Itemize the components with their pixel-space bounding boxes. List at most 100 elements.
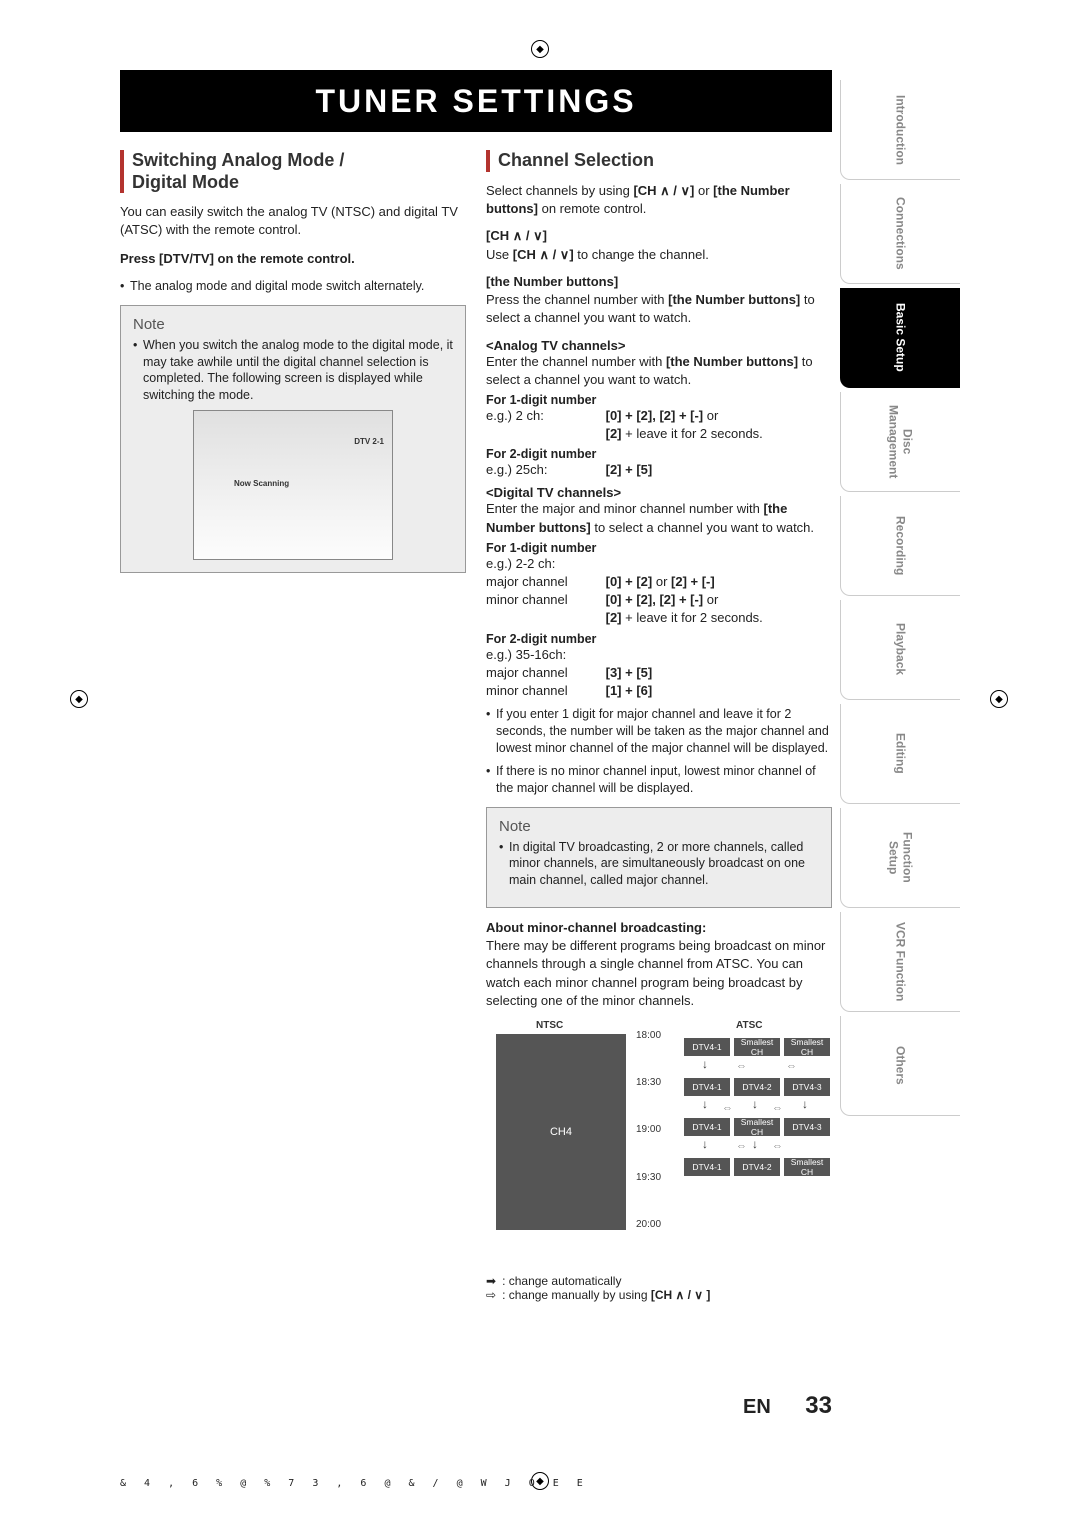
section-heading-switching: Switching Analog Mode / Digital Mode bbox=[120, 150, 466, 193]
d-eg35: e.g.) 35-16ch: bbox=[486, 646, 832, 664]
digital-bullet-a: If you enter 1 digit for major channel a… bbox=[486, 706, 832, 757]
cell: DTV4-2 bbox=[734, 1158, 780, 1176]
about-body: There may be different programs being br… bbox=[486, 937, 832, 1010]
diagram-legend: ➡ : change automatically ⇨ : change manu… bbox=[486, 1274, 832, 1302]
t: Press the channel number with bbox=[486, 292, 668, 307]
arrow-down-icon: ↓ bbox=[702, 1058, 712, 1070]
time-column: 18:00 18:30 19:00 19:30 20:00 bbox=[636, 1030, 676, 1230]
columns: Switching Analog Mode / Digital Mode You… bbox=[120, 150, 832, 1302]
t: [2] bbox=[606, 610, 622, 625]
t: to change the channel. bbox=[574, 247, 709, 262]
heading-line1: Switching Analog Mode / bbox=[132, 150, 466, 172]
channel-intro: Select channels by using [CH ∧ / ∨] or [… bbox=[486, 182, 832, 218]
ch-body: Use [CH ∧ / ∨] to change the channel. bbox=[486, 246, 832, 264]
time: 19:00 bbox=[636, 1124, 676, 1135]
arrow-down-icon: ↓ bbox=[802, 1098, 812, 1110]
tab-introduction[interactable]: Introduction bbox=[840, 80, 960, 180]
note-box-left: Note When you switch the analog mode to … bbox=[120, 305, 466, 574]
t: [the Number buttons] bbox=[668, 292, 800, 307]
for1-analog: For 1-digit number bbox=[486, 393, 832, 407]
number-head: [the Number buttons] bbox=[486, 274, 832, 289]
arrow-manual-icon: ⇔ bbox=[772, 1102, 783, 1114]
page-content: TUNER SETTINGS Switching Analog Mode / D… bbox=[120, 70, 960, 1450]
atsc-label: ATSC bbox=[736, 1020, 762, 1031]
d2-minor: minor channel [1] + [6] bbox=[486, 682, 832, 700]
cell: DTV4-1 bbox=[684, 1038, 730, 1056]
arrow-manual-icon: ⇔ bbox=[722, 1102, 733, 1114]
arrow-down-icon: ↓ bbox=[702, 1138, 712, 1150]
tab-basic-setup[interactable]: Basic Setup bbox=[840, 288, 960, 388]
t: [0] + [2], [2] + [-] bbox=[606, 408, 707, 423]
ntsc-block: CH4 bbox=[496, 1034, 626, 1230]
t: or bbox=[707, 408, 719, 423]
arrow-manual-icon: ⇔ bbox=[772, 1140, 783, 1152]
t: : change manually by using bbox=[502, 1288, 651, 1302]
t: [0] + [2], [2] + [-] bbox=[606, 592, 707, 607]
tab-recording[interactable]: Recording bbox=[840, 496, 960, 596]
arrow-manual-icon: ⇨ bbox=[486, 1288, 496, 1302]
screen-dtv-label: DTV 2-1 bbox=[354, 437, 384, 446]
printer-slug-line: & 4 , 6 % @ % 7 3 , 6 @ & / @ W J O E E bbox=[120, 1478, 589, 1489]
about-head: About minor-channel broadcasting: bbox=[486, 920, 832, 935]
cell: DTV4-1 bbox=[684, 1118, 730, 1136]
time: 18:30 bbox=[636, 1077, 676, 1088]
t: e.g.) 25ch: bbox=[486, 461, 602, 479]
screen-scanning-label: Now Scanning bbox=[234, 479, 289, 488]
note-title: Note bbox=[133, 316, 453, 333]
t: Use bbox=[486, 247, 513, 262]
heading-channel: Channel Selection bbox=[498, 150, 832, 172]
t: Enter the channel number with bbox=[486, 354, 666, 369]
switching-bullet: The analog mode and digital mode switch … bbox=[120, 278, 466, 295]
note2-title: Note bbox=[499, 818, 819, 835]
t: minor channel bbox=[486, 591, 602, 609]
cell: DTV4-3 bbox=[784, 1078, 830, 1096]
t: [2] bbox=[606, 426, 622, 441]
analog-head: <Analog TV channels> bbox=[486, 338, 832, 353]
t: on remote control. bbox=[538, 201, 646, 216]
time: 20:00 bbox=[636, 1219, 676, 1230]
digital-head: <Digital TV channels> bbox=[486, 485, 832, 500]
eg2ch-cont: [2] + leave it for 2 seconds. bbox=[486, 425, 832, 443]
eg2ch: e.g.) 2 ch: [0] + [2], [2] + [-] or bbox=[486, 407, 832, 425]
arrow-manual-icon: ⇔ bbox=[736, 1060, 747, 1072]
registration-mark-icon bbox=[990, 690, 1008, 708]
tab-function-setup[interactable]: Function Setup bbox=[840, 808, 960, 908]
broadcast-diagram: NTSC ATSC CH4 18:00 18:30 19:00 19:30 20… bbox=[486, 1020, 832, 1270]
t: to select a channel you want to watch. bbox=[591, 520, 814, 535]
tab-vcr-function[interactable]: VCR Function bbox=[840, 912, 960, 1012]
cell: DTV4-2 bbox=[734, 1078, 780, 1096]
arrow-down-icon: ↓ bbox=[752, 1138, 762, 1150]
t: Enter the major and minor channel number… bbox=[486, 501, 763, 516]
t: major channel bbox=[486, 573, 602, 591]
time: 19:30 bbox=[636, 1172, 676, 1183]
t: minor channel bbox=[486, 682, 602, 700]
d-minor: minor channel [0] + [2], [2] + [-] or bbox=[486, 591, 832, 609]
tab-editing[interactable]: Editing bbox=[840, 704, 960, 804]
note-box-right: Note In digital TV broadcasting, 2 or mo… bbox=[486, 807, 832, 909]
arrow-auto-icon: ➡ bbox=[486, 1274, 496, 1288]
t: + leave it for 2 seconds. bbox=[622, 426, 763, 441]
tab-playback[interactable]: Playback bbox=[840, 600, 960, 700]
switching-paragraph: You can easily switch the analog TV (NTS… bbox=[120, 203, 466, 239]
digital-bullet-b: If there is no minor channel input, lowe… bbox=[486, 763, 832, 797]
registration-mark-icon bbox=[70, 690, 88, 708]
t: [CH ∧ / ∨] bbox=[633, 183, 694, 198]
t: or bbox=[694, 183, 713, 198]
ch-head: [CH ∧ / ∨] bbox=[486, 228, 832, 244]
footer-page: 33 bbox=[805, 1392, 832, 1420]
title-banner: TUNER SETTINGS bbox=[120, 70, 832, 132]
t: e.g.) 2 ch: bbox=[486, 407, 602, 425]
tab-others[interactable]: Others bbox=[840, 1016, 960, 1116]
arrow-down-icon: ↓ bbox=[702, 1098, 712, 1110]
tab-disc-management[interactable]: Disc Management bbox=[840, 392, 960, 492]
page-title: TUNER SETTINGS bbox=[315, 83, 636, 120]
d2-major: major channel [3] + [5] bbox=[486, 664, 832, 682]
analog-body: Enter the channel number with [the Numbe… bbox=[486, 353, 832, 389]
tab-connections[interactable]: Connections bbox=[840, 184, 960, 284]
cell: Smallest CH bbox=[784, 1158, 830, 1176]
t: [2] + [5] bbox=[606, 462, 653, 477]
d-for2: For 2-digit number bbox=[486, 632, 832, 646]
t: [2] + [-] bbox=[667, 574, 714, 589]
t: Select channels by using bbox=[486, 183, 633, 198]
arrow-manual-icon: ⇔ bbox=[736, 1140, 747, 1152]
